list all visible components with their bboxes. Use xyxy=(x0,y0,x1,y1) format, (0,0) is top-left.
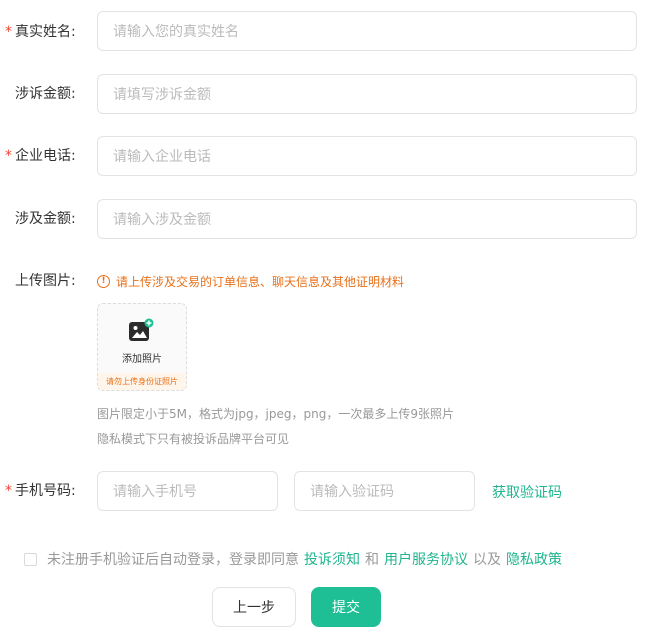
upload-label: 上传图片: xyxy=(15,273,76,289)
mobile-input[interactable]: 请输入手机号 xyxy=(97,471,278,511)
company-phone-input[interactable]: 请输入企业电话 xyxy=(97,136,637,176)
required-mark: * xyxy=(5,483,12,499)
id-photo-tip: 请勿上传身份证照片 xyxy=(98,373,186,390)
submit-button[interactable]: 提交 xyxy=(311,587,381,627)
privacy-policy-link[interactable]: 隐私政策 xyxy=(506,549,562,569)
add-photo-label: 添加照片 xyxy=(122,354,162,365)
name-label: * 真实姓名: xyxy=(5,24,76,40)
amount-input[interactable]: 请填写涉诉金额 xyxy=(97,74,637,114)
upload-warning: ! 请上传涉及交易的订单信息、聊天信息及其他证明材料 xyxy=(97,273,404,290)
agreement-row: 未注册手机验证后自动登录，登录即同意 投诉须知 和 用户服务协议 以及 隐私政策 xyxy=(24,549,567,569)
required-mark: * xyxy=(5,24,12,40)
amount-label: 涉诉金额: xyxy=(15,86,76,102)
user-agreement-link[interactable]: 用户服务协议 xyxy=(384,549,468,569)
prev-step-button[interactable]: 上一步 xyxy=(212,587,296,627)
get-code-link[interactable]: 获取验证码 xyxy=(492,482,562,502)
name-input[interactable]: 请输入您的真实姓名 xyxy=(97,11,637,51)
add-photo-icon xyxy=(129,318,154,341)
info-circle-icon: ! xyxy=(97,275,110,288)
complaint-notice-link[interactable]: 投诉须知 xyxy=(304,549,360,569)
involved-amount-input[interactable]: 请输入涉及金额 xyxy=(97,199,637,239)
company-phone-label: * 企业电话: xyxy=(5,148,76,164)
required-mark: * xyxy=(5,148,12,164)
upload-format-hint: 图片限定小于5M，格式为jpg，jpeg，png，一次最多上传9张照片 xyxy=(97,407,454,421)
mobile-label: * 手机号码: xyxy=(5,483,76,499)
involved-amount-label: 涉及金额: xyxy=(15,211,76,227)
agree-checkbox[interactable] xyxy=(24,552,37,566)
add-photo-button[interactable]: 添加照片 请勿上传身份证照片 xyxy=(97,303,187,391)
privacy-hint: 隐私模式下只有被投诉品牌平台可见 xyxy=(97,432,290,446)
verification-code-input[interactable]: 请输入验证码 xyxy=(294,471,475,511)
